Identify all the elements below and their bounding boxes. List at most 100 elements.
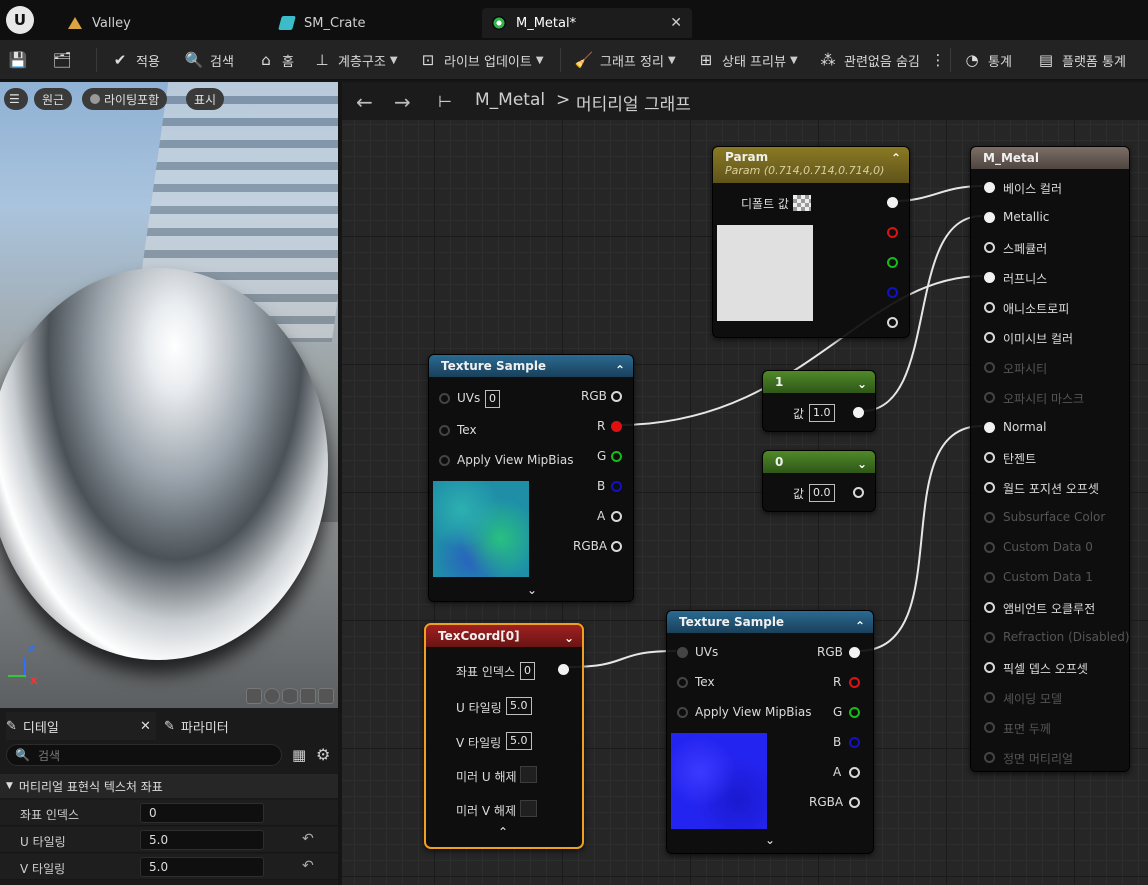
expand-chevron-icon[interactable]: ⌄ (527, 583, 537, 597)
node-header[interactable]: TexCoord[0] ⌄ (426, 625, 582, 647)
output-pin-red[interactable] (887, 227, 898, 238)
forward-arrow-icon[interactable]: → (394, 90, 411, 114)
output-pin-b[interactable] (849, 737, 860, 748)
viewport-menu-button[interactable]: ☰ (4, 88, 28, 110)
live-update-dropdown[interactable]: ⊡ 라이브 업데이트 ▼ (418, 46, 544, 74)
back-arrow-icon[interactable]: ← (356, 90, 373, 114)
input-pin[interactable] (984, 452, 995, 463)
output-pin-rgb[interactable] (849, 647, 860, 658)
perspective-button[interactable]: 원근 (34, 88, 73, 110)
output-pin-a[interactable] (611, 511, 622, 522)
texture-sample-node-1[interactable]: Texture Sample ⌃ UVs 0 Tex Apply View Mi… (428, 354, 634, 602)
clean-graph-dropdown[interactable]: 🧹 그래프 정리 ▼ (574, 46, 676, 74)
input-pin[interactable] (984, 692, 995, 703)
input-pin[interactable] (984, 722, 995, 733)
material-graph-canvas[interactable]: ← → ⊢ M_Metal > 머티리얼 그래프 Param Param (0.… (342, 82, 1148, 885)
input-pin[interactable] (984, 602, 995, 613)
uvs-index-field[interactable]: 0 (485, 390, 500, 408)
input-pin-uvs[interactable] (677, 647, 688, 658)
input-pin-mipbias[interactable] (439, 455, 450, 466)
mirror-v-checkbox[interactable] (520, 800, 537, 817)
close-details-icon[interactable]: ✕ (140, 719, 151, 734)
output-pin-green[interactable] (887, 257, 898, 268)
node-header[interactable]: Texture Sample ⌃ (667, 611, 873, 633)
node-header[interactable]: 0 ⌄ (763, 451, 875, 473)
stats-button[interactable]: ◔ 통계 (962, 46, 1011, 74)
apply-button[interactable]: ✔ 적용 (110, 46, 160, 74)
cylinder-shape-icon[interactable] (246, 688, 262, 704)
input-pin[interactable] (984, 392, 995, 403)
output-pin-b[interactable] (611, 481, 622, 492)
texcoord-node[interactable]: TexCoord[0] ⌄ 좌표 인덱스 0 U 타일링 5.0 V 타일링 5… (424, 623, 584, 849)
tab-valley[interactable]: Valley (58, 8, 268, 38)
constant-value-field[interactable]: 0.0 (809, 484, 835, 502)
collapse-chevron-icon[interactable]: ⌃ (615, 359, 625, 381)
output-pin-g[interactable] (849, 707, 860, 718)
material-input-row[interactable]: Normal (971, 419, 1131, 441)
input-pin[interactable] (984, 482, 995, 493)
material-result-node[interactable]: M_Metal 베이스 컬러 Metallic 스페큘러 러프니스 애니소트로피 이미시브… (970, 146, 1130, 772)
output-pin-blue[interactable] (887, 287, 898, 298)
texture-sample-node-2[interactable]: Texture Sample ⌃ UVs Tex Apply View MipB… (666, 610, 874, 854)
collapse-chevron-icon[interactable]: ⌃ (498, 825, 508, 839)
show-button[interactable]: 표시 (186, 88, 225, 110)
input-pin-tex[interactable] (677, 677, 688, 688)
material-input-row[interactable]: 오파시티 마스크 (971, 389, 1131, 411)
table-view-icon[interactable]: ▦ (292, 746, 306, 764)
input-pin[interactable] (984, 422, 995, 433)
node-header[interactable]: Param Param (0.714,0.714,0.714,0) ⌃ (713, 147, 909, 183)
material-input-row[interactable]: Refraction (Disabled) (971, 629, 1131, 651)
output-pin-white[interactable] (887, 197, 898, 208)
output-pin-alpha[interactable] (887, 317, 898, 328)
state-preview-dropdown[interactable]: ⊞ 상태 프리뷰 ▼ (696, 46, 798, 74)
input-pin[interactable] (984, 362, 995, 373)
material-input-row[interactable]: Metallic (971, 209, 1131, 231)
material-input-row[interactable]: 표면 두께 (971, 719, 1131, 741)
input-pin[interactable] (984, 542, 995, 553)
input-pin[interactable] (984, 632, 995, 643)
settings-gear-icon[interactable]: ⚙ (316, 745, 330, 764)
input-pin[interactable] (984, 272, 995, 283)
v-tiling-field[interactable]: 5.0 (140, 857, 264, 877)
u-tiling-field[interactable]: 5.0 (140, 830, 264, 850)
input-pin[interactable] (984, 242, 995, 253)
output-pin[interactable] (558, 664, 569, 675)
cube-shape-icon[interactable] (300, 688, 316, 704)
sphere-shape-icon[interactable] (264, 688, 280, 704)
param-vector-node[interactable]: Param Param (0.714,0.714,0.714,0) ⌃ 디폴트 … (712, 146, 910, 338)
input-pin-uvs[interactable] (439, 393, 450, 404)
material-input-row[interactable]: 베이스 컬러 (971, 179, 1131, 201)
mirror-u-checkbox[interactable] (520, 766, 537, 783)
output-pin-r[interactable] (849, 677, 860, 688)
output-pin-rgb[interactable] (611, 391, 622, 402)
input-pin[interactable] (984, 332, 995, 343)
coordinate-index-field[interactable]: 0 (140, 803, 264, 823)
material-input-row[interactable]: 정면 머티리얼 (971, 749, 1131, 771)
node-header[interactable]: M_Metal (971, 147, 1129, 169)
node-header[interactable]: 1 ⌄ (763, 371, 875, 393)
output-pin-a[interactable] (849, 767, 860, 778)
output-pin[interactable] (853, 487, 864, 498)
hierarchy-dropdown[interactable]: ⊥ 계층구조 ▼ (312, 46, 397, 74)
details-search-input[interactable]: 🔍 검색 (6, 744, 282, 766)
material-input-row[interactable]: 오파시티 (971, 359, 1131, 381)
lighting-mode-button[interactable]: 라이팅포함 (82, 88, 168, 110)
material-input-row[interactable]: Custom Data 1 (971, 569, 1131, 591)
output-pin-g[interactable] (611, 451, 622, 462)
save-button[interactable]: 💾 (8, 46, 34, 74)
collapse-chevron-icon[interactable]: ⌄ (857, 453, 867, 475)
browse-button[interactable]: 🗂 (52, 46, 78, 74)
material-input-row[interactable]: Custom Data 0 (971, 539, 1131, 561)
output-pin[interactable] (853, 407, 864, 418)
tab-parameters[interactable]: ✎ 파라미터 (164, 712, 229, 740)
unreal-logo-icon[interactable]: U (6, 6, 34, 34)
material-input-row[interactable]: 픽셀 뎁스 오프셋 (971, 659, 1131, 681)
material-input-row[interactable]: Subsurface Color (971, 509, 1131, 531)
section-header[interactable]: ▼ 머티리얼 표현식 텍스처 좌표 (0, 774, 338, 798)
material-preview-viewport[interactable]: ☰ 원근 라이팅포함 표시 Z X (0, 82, 338, 708)
constant-node-1[interactable]: 1 ⌄ 값 1.0 (762, 370, 876, 432)
material-input-row[interactable]: 셰이딩 모델 (971, 689, 1131, 711)
tab-details[interactable]: ✎ 디테일 ✕ (6, 712, 156, 740)
output-pin-r[interactable] (611, 421, 622, 432)
constant-node-0[interactable]: 0 ⌄ 값 0.0 (762, 450, 876, 512)
